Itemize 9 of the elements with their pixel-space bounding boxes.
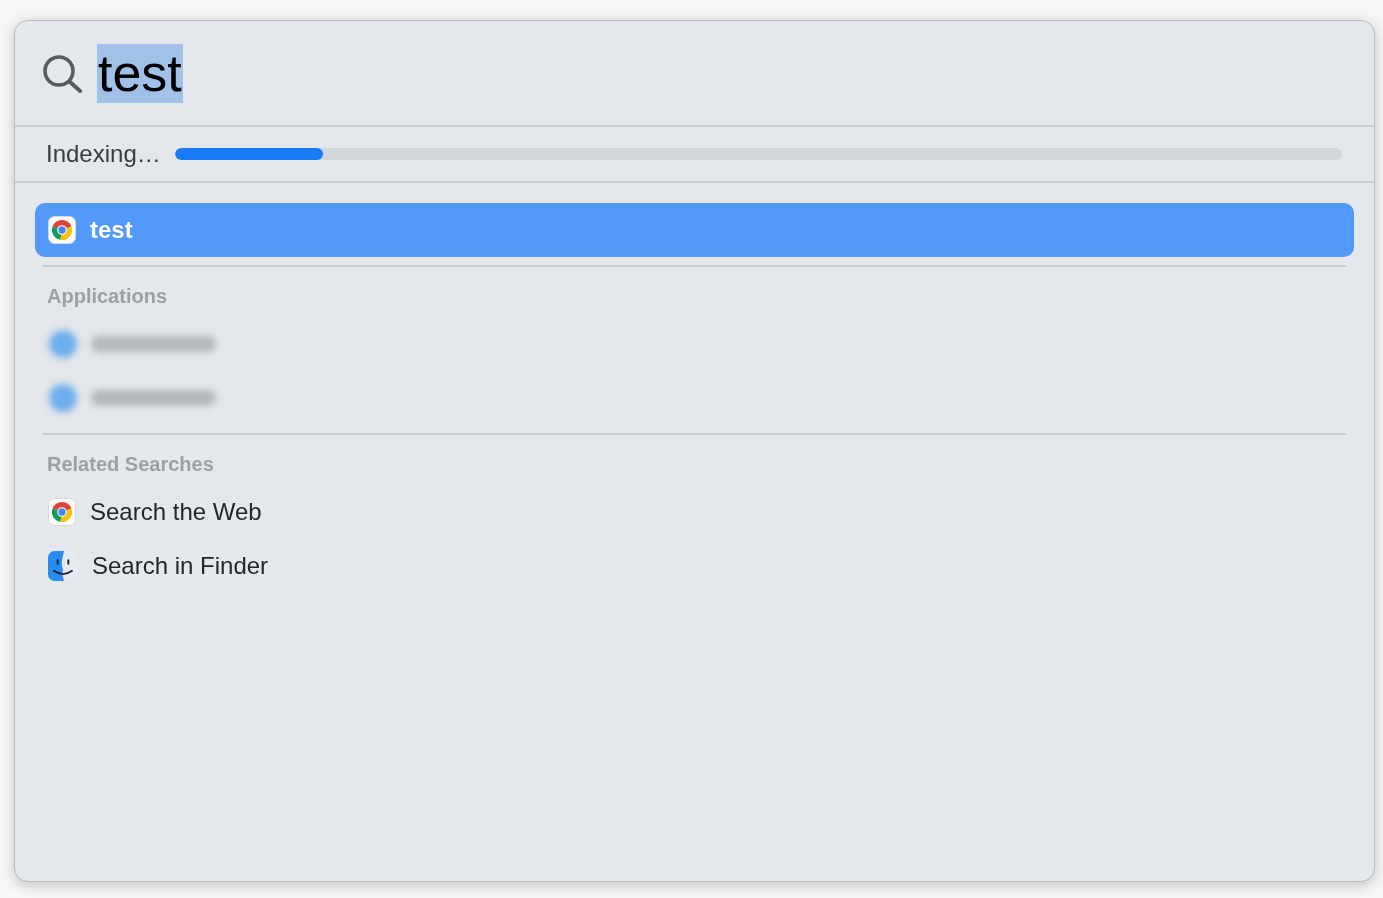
section-heading: Related Searches [46,451,215,477]
search-field[interactable]: test [97,43,183,103]
browser-icon [48,498,76,526]
browser-icon [48,216,76,244]
result-item[interactable]: Search in Finder [35,539,1354,593]
indexing-label: Indexing… [46,140,161,168]
search-icon [42,53,83,93]
result-item[interactable]: Search the Web [35,485,1354,539]
section-heading: Applications [46,283,168,309]
